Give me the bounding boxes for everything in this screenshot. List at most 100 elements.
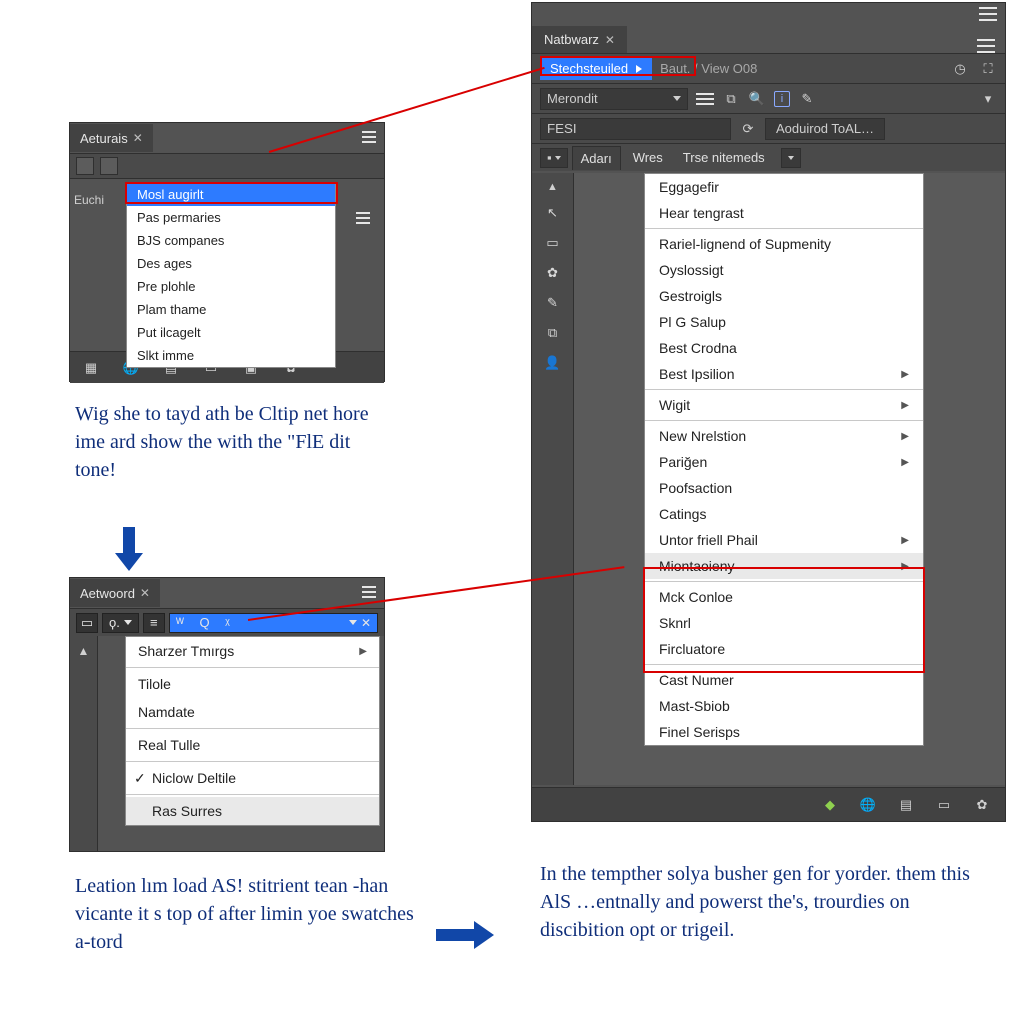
- panel-aetwoord: Aetwoord ✕ ▭ ϙ. ≡ ᵂ Q ᵡ ✕ ▲ Sharzer Tmır…: [69, 577, 385, 852]
- mini-chip-2[interactable]: [781, 148, 801, 168]
- dd3-item-16[interactable]: Sknrl: [645, 610, 923, 636]
- swatch-icon[interactable]: ◆: [821, 796, 839, 814]
- swatches-icon[interactable]: ▦: [82, 359, 100, 377]
- refresh-icon[interactable]: ⟳: [739, 120, 757, 138]
- dd3-item-20[interactable]: Finel Serisps: [645, 719, 923, 745]
- dd2-item-0[interactable]: Sharzer Tmırgs: [126, 637, 379, 665]
- close-icon[interactable]: ✕: [605, 33, 615, 47]
- panel1-tab[interactable]: Aeturais ✕: [70, 124, 153, 152]
- panel2-dropdown: Sharzer Tmırgs Tilole Namdate Real Tulle…: [125, 636, 380, 826]
- globe-icon[interactable]: 🌐: [859, 796, 877, 814]
- dropdown1-item-0[interactable]: Mosl augirlt: [127, 183, 335, 206]
- dd3-item-0[interactable]: Eggagefir: [645, 174, 923, 200]
- panel2-tab[interactable]: Aetwoord ✕: [70, 579, 160, 607]
- dd3-item-5[interactable]: Pl G Salup: [645, 309, 923, 335]
- caret-up-icon[interactable]: ▲: [547, 181, 558, 193]
- dropdown1-item-2[interactable]: BJS companes: [127, 229, 335, 252]
- dd3-item-19[interactable]: Mast-Sbiob: [645, 693, 923, 719]
- dropdown1-item-5[interactable]: Plam thame: [127, 298, 335, 321]
- dd3-item-4[interactable]: Gestroigls: [645, 283, 923, 309]
- dd2-item-1[interactable]: Tilole: [126, 670, 379, 698]
- close-icon[interactable]: ✕: [361, 616, 371, 630]
- toolbar-icon-a[interactable]: ▭: [76, 613, 98, 633]
- panel1-secondary-menu[interactable]: [352, 209, 374, 227]
- dd3-item-18[interactable]: Cast Numer: [645, 667, 923, 693]
- dd3-item-2[interactable]: Rariel-lignend of Supmenity: [645, 231, 923, 257]
- panel1-tab-label: Aeturais: [80, 131, 128, 146]
- toolbar-icon-1[interactable]: [76, 157, 94, 175]
- dropdown1-item-6[interactable]: Put ilcagelt: [127, 321, 335, 344]
- breadcrumb-main[interactable]: Stechsteuiled: [540, 58, 652, 80]
- mini-tab-adar[interactable]: Adarı: [572, 146, 621, 170]
- dd3-item-12[interactable]: Catings: [645, 501, 923, 527]
- toolbar-icon-2[interactable]: [100, 157, 118, 175]
- expand-icon[interactable]: ⛶: [979, 60, 997, 78]
- page-icon[interactable]: ▭: [935, 796, 953, 814]
- panel3-sidebar: ▲ ↖ ▭ ✿ ✎ ⧉ 👤: [532, 173, 574, 785]
- mini-tab-trse[interactable]: Trse nitemeds: [675, 146, 773, 169]
- panel3-select-value: Merondit: [547, 91, 598, 106]
- info-icon[interactable]: i: [774, 91, 790, 107]
- cursor-icon[interactable]: ↖: [543, 203, 563, 223]
- pencil-icon[interactable]: ✎: [543, 293, 563, 313]
- dd3-item-14[interactable]: Miontaoieny: [645, 553, 923, 579]
- dd2-item-4[interactable]: ✓Niclow Deltile: [126, 764, 379, 792]
- dd3-item-13[interactable]: Untor friell Phail: [645, 527, 923, 553]
- caret-up-icon[interactable]: ▲: [78, 644, 90, 658]
- mini-chip-1[interactable]: ▪: [540, 148, 568, 168]
- dd2-item-5[interactable]: Ras Surres: [126, 797, 379, 825]
- dropdown1-item-1[interactable]: Pas permaries: [127, 206, 335, 229]
- dropdown1-item-3[interactable]: Des ages: [127, 252, 335, 275]
- panel3-top-menu-icon[interactable]: [979, 7, 997, 21]
- dd3-item-3[interactable]: Oyslossigt: [645, 257, 923, 283]
- plus-document-icon[interactable]: ⧉: [722, 90, 740, 108]
- panel-aeturais: Aeturais ✕ Euchi Mosl augirlt Pas permar…: [69, 122, 385, 382]
- grid-icon[interactable]: ▤: [897, 796, 915, 814]
- clock-icon[interactable]: ◷: [951, 60, 969, 78]
- panel3-topbar: [532, 3, 1005, 25]
- search-input[interactable]: [540, 118, 731, 140]
- dd2-item-3[interactable]: Real Tulle: [126, 731, 379, 759]
- close-icon[interactable]: ✕: [133, 131, 143, 145]
- caption-1: Wig she to tayd ath be Cltip net hore im…: [75, 400, 395, 484]
- page-icon[interactable]: ▭: [543, 233, 563, 253]
- double-page-icon[interactable]: ⧉: [543, 323, 563, 343]
- panel3-tab[interactable]: Natbwarz ✕: [532, 26, 627, 53]
- panel3-tabrow: Natbwarz ✕: [532, 25, 1005, 53]
- chevron-right-icon: [636, 65, 642, 73]
- dropdown1-item-4[interactable]: Pre plohle: [127, 275, 335, 298]
- mini-tab-wres[interactable]: Wres: [625, 146, 671, 169]
- close-icon[interactable]: ✕: [140, 586, 150, 600]
- pencil-icon[interactable]: ✎: [798, 90, 816, 108]
- dd3-item-1[interactable]: Hear tengrast: [645, 200, 923, 226]
- dd3-item-8[interactable]: Wigit: [645, 392, 923, 418]
- gear-icon[interactable]: ✿: [973, 796, 991, 814]
- action-button[interactable]: Aoduirod ToAL…: [765, 118, 885, 140]
- search-icon[interactable]: 🔍: [748, 90, 766, 108]
- panel2-menu-button[interactable]: [358, 582, 380, 602]
- dd3-item-10[interactable]: Pariğen: [645, 449, 923, 475]
- toolbar-chip-dark[interactable]: ϙ.: [102, 613, 139, 633]
- user-icon[interactable]: 👤: [543, 353, 563, 373]
- panel1-menu-button[interactable]: [358, 127, 380, 147]
- dd3-item-9[interactable]: New Nrelstion: [645, 423, 923, 449]
- panel-natbwarz: Natbwarz ✕ Stechsteuiled Baut. / View O0…: [531, 2, 1006, 822]
- hamburger-icon[interactable]: [696, 93, 714, 105]
- dd3-item-7[interactable]: Best Ipsilion: [645, 361, 923, 387]
- dd2-item-2[interactable]: Namdate: [126, 698, 379, 726]
- dd3-item-17[interactable]: Fircluatore: [645, 636, 923, 662]
- dropdown1-item-7[interactable]: Slkt imme: [127, 344, 335, 367]
- gear-sm-icon[interactable]: ✿: [543, 263, 563, 283]
- panel3-dropdown: Eggagefir Hear tengrast Rariel-lignend o…: [644, 173, 924, 746]
- panel3-select[interactable]: Merondit: [540, 88, 688, 110]
- dd3-item-15[interactable]: Mck Conloe: [645, 584, 923, 610]
- toolbar-hamburger[interactable]: ≡: [143, 613, 165, 633]
- panel3-tab-menu-icon[interactable]: [977, 39, 995, 53]
- dd3-item-6[interactable]: Best Crodna: [645, 335, 923, 361]
- panel2-tab-label: Aetwoord: [80, 586, 135, 601]
- panel1-titlebar: Aeturais ✕: [70, 123, 384, 153]
- dd3-item-11[interactable]: Poofsaction: [645, 475, 923, 501]
- panel3-search-row: ⟳ Aoduirod ToAL…: [532, 113, 1005, 143]
- chevron-down-icon[interactable]: ▾: [979, 90, 997, 108]
- panel2-toolbar: ▭ ϙ. ≡ ᵂ Q ᵡ ✕: [70, 608, 384, 636]
